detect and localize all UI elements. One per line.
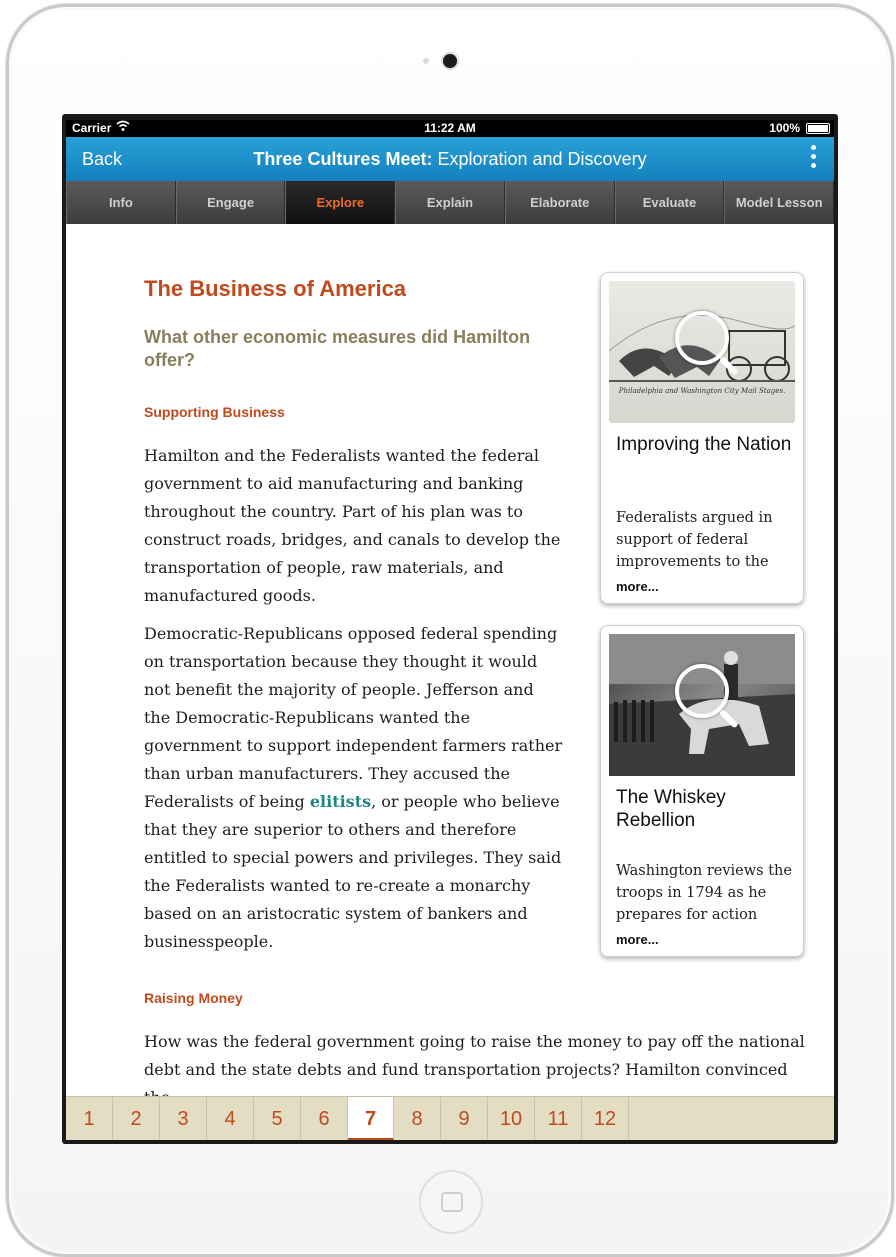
section-heading-raising-money: Raising Money [144,990,243,1006]
clock: 11:22 AM [424,121,476,135]
status-bar: Carrier 11:22 AM 100% [66,120,834,137]
paragraph-text: Democratic-Republicans opposed federal s… [144,624,563,811]
card-image-stagecoach[interactable]: Philadelphia and Washington City Mail St… [609,281,795,423]
page-1[interactable]: 1 [66,1097,113,1140]
screen: Carrier 11:22 AM 100% Back Three Culture… [62,114,838,1144]
media-card-whiskey-rebellion[interactable]: The Whiskey Rebellion Washington reviews… [600,625,804,957]
page-title: Three Cultures Meet: Exploration and Dis… [66,149,834,170]
magnifier-icon [675,664,729,718]
tab-evaluate[interactable]: Evaluate [614,181,725,224]
front-camera [443,54,457,68]
tab-bar: Info Engage Explore Explain Elaborate Ev… [66,181,834,224]
card-title: Improving the Nation [616,434,792,455]
paragraph: Hamilton and the Federalists wanted the … [144,446,561,605]
tab-model-lesson[interactable]: Model Lesson [724,181,834,224]
more-link[interactable]: more... [616,932,659,947]
page-10[interactable]: 10 [488,1097,535,1140]
paragraph-text: , or people who believe that they are su… [144,792,562,951]
home-button-icon [441,1192,463,1212]
page-7-current[interactable]: 7 [348,1097,394,1140]
image-caption: Philadelphia and Washington City Mail St… [618,387,785,395]
paragraph: Democratic-Republicans opposed federal s… [144,620,564,956]
card-caption: Federalists argued in support of federal… [616,510,773,570]
card-image-washington-troops[interactable] [609,634,795,776]
page-2[interactable]: 2 [113,1097,160,1140]
article-content[interactable]: The Business of America What other econo… [66,224,834,1096]
title-rest: Exploration and Discovery [432,149,647,169]
page-3[interactable]: 3 [160,1097,207,1140]
battery-icon [806,123,830,134]
tab-explain[interactable]: Explain [395,181,505,224]
more-menu-icon[interactable] [810,145,818,175]
page-12[interactable]: 12 [582,1097,629,1140]
more-link[interactable]: more... [616,579,659,594]
tab-engage[interactable]: Engage [175,181,286,224]
home-button[interactable] [419,1170,483,1234]
glossary-link-elitists[interactable]: elitists [310,792,371,811]
card-caption: Washington reviews the troops in 1794 as… [616,863,792,923]
nav-bar: Back Three Cultures Meet: Exploration an… [66,137,834,181]
page-9[interactable]: 9 [441,1097,488,1140]
tab-elaborate[interactable]: Elaborate [504,181,615,224]
proximity-sensor [423,58,429,64]
section-heading-supporting-business: Supporting Business [144,404,285,420]
app-view: Carrier 11:22 AM 100% Back Three Culture… [66,120,834,1140]
page-11[interactable]: 11 [535,1097,582,1140]
page-4[interactable]: 4 [207,1097,254,1140]
battery-percent: 100% [769,121,800,135]
page-8[interactable]: 8 [394,1097,441,1140]
card-title: The Whiskey Rebellion [616,787,726,831]
page-5[interactable]: 5 [254,1097,301,1140]
guiding-question: What other economic measures did Hamilto… [144,327,531,370]
title-bold: Three Cultures Meet: [253,149,433,169]
tab-explore[interactable]: Explore [285,181,396,224]
page-6[interactable]: 6 [301,1097,348,1140]
magnifier-icon [675,311,729,365]
page-navigator: 1 2 3 4 5 6 7 8 9 10 11 12 [66,1096,834,1140]
paragraph: How was the federal government going to … [144,1032,805,1096]
media-card-improving-the-nation[interactable]: Philadelphia and Washington City Mail St… [600,272,804,604]
article-title: The Business of America [144,276,407,301]
tab-info[interactable]: Info [66,181,176,224]
